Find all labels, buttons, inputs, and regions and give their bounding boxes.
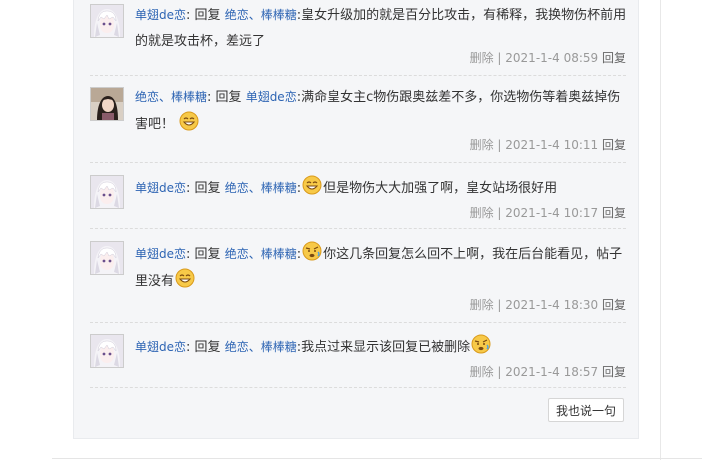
reply-content: 单翅de恋: 回复 绝恋、棒棒糖:我点过来显示该回复已被删除 xyxy=(135,334,629,361)
confused-emoji-icon xyxy=(302,241,322,261)
reply-time: 2021-1-4 18:57 xyxy=(505,365,599,379)
anime-girl-avatar[interactable] xyxy=(90,175,124,209)
reply-separator xyxy=(90,75,626,76)
reply-content: 绝恋、棒棒糖: 回复 单翅de恋:满命皇女主c物伤跟奥兹差不多，你选物伤等着奥兹… xyxy=(135,90,621,132)
reply-content: 单翅de恋: 回复 绝恋、棒棒糖: 你这几条回复怎么回不上啊，我在后台能看见，帖… xyxy=(135,241,629,295)
reply-text-after: 但是物伤大大加强了啊，皇女站场很好用 xyxy=(323,181,558,196)
reply-text: :我点过来显示该回复已被删除 xyxy=(296,340,471,355)
meta-separator: | xyxy=(497,138,502,152)
reply-separator xyxy=(90,322,626,323)
grin-emoji-icon xyxy=(302,175,322,195)
reply-target-username[interactable]: 绝恋、棒棒糖 xyxy=(225,247,297,261)
meta-separator: | xyxy=(497,298,502,312)
reply-username[interactable]: 绝恋、棒棒糖 xyxy=(135,90,207,104)
reply-meta: 删除 | 2021-1-4 18:30 回复 xyxy=(470,296,626,313)
say-something-button[interactable]: 我也说一句 xyxy=(548,398,624,422)
delete-link[interactable]: 删除 xyxy=(470,138,494,152)
reply-item: 单翅de恋: 回复 绝恋、棒棒糖:皇女升级加的就是百分比攻击，有稀释，我换物伤杯… xyxy=(90,2,626,68)
reply-separator xyxy=(90,162,626,163)
reply-time: 2021-1-4 10:11 xyxy=(505,138,599,152)
reply-target-username[interactable]: 绝恋、棒棒糖 xyxy=(225,8,297,22)
reply-item: 单翅de恋: 回复 绝恋、棒棒糖: 你这几条回复怎么回不上啊，我在后台能看见，帖… xyxy=(90,238,626,316)
anime-girl-avatar[interactable] xyxy=(90,241,124,275)
grin-emoji-icon xyxy=(175,268,195,288)
reply-username[interactable]: 单翅de恋 xyxy=(135,181,186,195)
reply-username[interactable]: 单翅de恋 xyxy=(135,8,186,22)
delete-link[interactable]: 删除 xyxy=(470,51,494,65)
reply-text: : xyxy=(296,181,302,196)
bottom-divider xyxy=(52,458,702,459)
reply-target-username[interactable]: 绝恋、棒棒糖 xyxy=(225,340,297,354)
reply-item: 单翅de恋: 回复 绝恋、棒棒糖:我点过来显示该回复已被删除 删除 | 2021… xyxy=(90,331,626,381)
meta-separator: | xyxy=(497,51,502,65)
reply-content: 单翅de恋: 回复 绝恋、棒棒糖:皇女升级加的就是百分比攻击，有稀释，我换物伤杯… xyxy=(135,8,627,49)
reply-meta: 删除 | 2021-1-4 10:11 回复 xyxy=(470,136,626,153)
reply-link[interactable]: 回复 xyxy=(602,51,626,65)
reply-link[interactable]: 回复 xyxy=(602,138,626,152)
reply-meta: 删除 | 2021-1-4 10:17 回复 xyxy=(470,204,626,221)
reply-meta: 删除 | 2021-1-4 18:57 回复 xyxy=(470,363,626,380)
reply-target-username[interactable]: 单翅de恋 xyxy=(246,90,297,104)
reply-word: 回复 xyxy=(215,90,242,105)
reply-time: 2021-1-4 18:30 xyxy=(505,298,599,312)
reply-time: 2021-1-4 10:17 xyxy=(505,206,599,220)
reply-link[interactable]: 回复 xyxy=(602,365,626,379)
reply-meta: 删除 | 2021-1-4 08:59 回复 xyxy=(470,49,626,66)
reply-text: : xyxy=(296,247,302,262)
anime-girl-avatar[interactable] xyxy=(90,334,124,368)
meta-separator: | xyxy=(497,365,502,379)
reply-item: 绝恋、棒棒糖: 回复 单翅de恋:满命皇女主c物伤跟奥兹差不多，你选物伤等着奥兹… xyxy=(90,84,626,154)
page-right-border xyxy=(660,0,661,460)
reply-separator xyxy=(90,228,626,229)
reply-content: 单翅de恋: 回复 绝恋、棒棒糖: 但是物伤大大加强了啊，皇女站场很好用 xyxy=(135,175,629,202)
reply-target-username[interactable]: 绝恋、棒棒糖 xyxy=(225,181,297,195)
grin-emoji-icon xyxy=(179,111,199,131)
anime-girl-avatar[interactable] xyxy=(90,4,124,38)
confused-emoji-icon xyxy=(471,334,491,354)
reply-link[interactable]: 回复 xyxy=(602,206,626,220)
delete-link[interactable]: 删除 xyxy=(470,206,494,220)
reply-time: 2021-1-4 08:59 xyxy=(505,51,599,65)
reply-username[interactable]: 单翅de恋 xyxy=(135,340,186,354)
meta-separator: | xyxy=(497,206,502,220)
delete-link[interactable]: 删除 xyxy=(470,298,494,312)
photo-girl-avatar[interactable] xyxy=(90,87,124,121)
reply-word: 回复 xyxy=(194,181,221,196)
reply-word: 回复 xyxy=(194,247,221,262)
reply-username[interactable]: 单翅de恋 xyxy=(135,247,186,261)
reply-item: 单翅de恋: 回复 绝恋、棒棒糖: 但是物伤大大加强了啊，皇女站场很好用 删除 … xyxy=(90,172,626,222)
lzl-reply-panel: 单翅de恋: 回复 绝恋、棒棒糖:皇女升级加的就是百分比攻击，有稀释，我换物伤杯… xyxy=(73,0,639,439)
delete-link[interactable]: 删除 xyxy=(470,365,494,379)
reply-separator xyxy=(90,387,626,388)
reply-word: 回复 xyxy=(194,8,221,23)
reply-link[interactable]: 回复 xyxy=(602,298,626,312)
reply-word: 回复 xyxy=(194,340,221,355)
